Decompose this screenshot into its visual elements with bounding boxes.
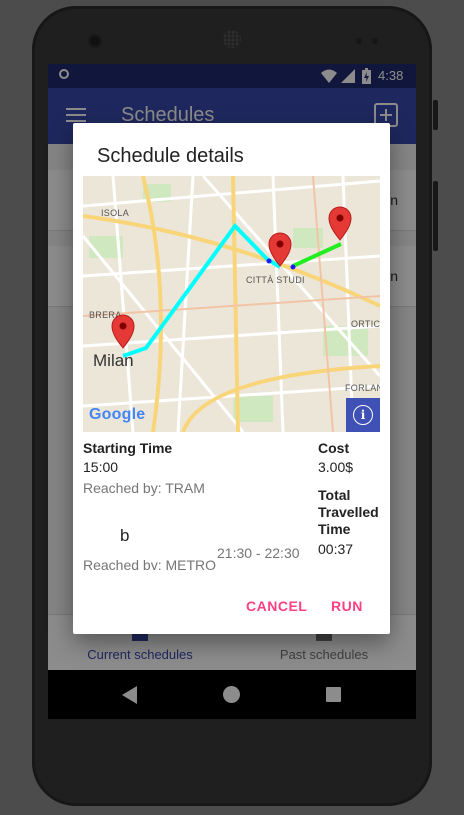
route-leg-metro: [292, 242, 342, 268]
google-attribution: Google: [89, 406, 145, 424]
starting-time-label: Starting Time: [83, 440, 173, 456]
total-time-label: Total: [318, 487, 351, 503]
reached-by-clip: Reached by: METRO: [83, 556, 223, 570]
cost-value: 3.00$: [318, 459, 354, 475]
total-time-value: 00:37: [318, 541, 354, 557]
route-overlay: [111, 206, 352, 358]
map-pin-icon: [111, 314, 135, 349]
total-time-label: Travelled: [318, 504, 379, 520]
starting-time-value: 15:00: [83, 459, 119, 475]
total-time-label: Time: [318, 521, 351, 537]
cancel-button[interactable]: CANCEL: [246, 598, 307, 614]
route-leg-tram: [122, 222, 282, 358]
run-button[interactable]: RUN: [331, 598, 363, 614]
route-map[interactable]: ISOLA BRERA Milan CITTÀ STUDI ORTICA FOR…: [83, 176, 380, 432]
reached-by-text: Reached by: METRO: [83, 557, 217, 570]
stop-marker: [266, 258, 272, 264]
map-pin-icon: [328, 206, 352, 241]
reached-by-text: Reached by: TRAM: [83, 480, 205, 496]
google-logo: Google: [89, 406, 146, 423]
map-info-button[interactable]: i: [346, 398, 380, 432]
stop-marker: [290, 264, 296, 270]
time-range: 21:30 - 22:30: [217, 545, 300, 561]
info-icon: i: [353, 405, 373, 425]
cost-label: Cost: [318, 440, 350, 456]
stop-name: b: [120, 526, 130, 545]
dialog-title: Schedule details: [97, 145, 244, 167]
schedule-details-dialog: Schedule details ISOLA BRERA Milan CITTÀ…: [73, 123, 390, 634]
